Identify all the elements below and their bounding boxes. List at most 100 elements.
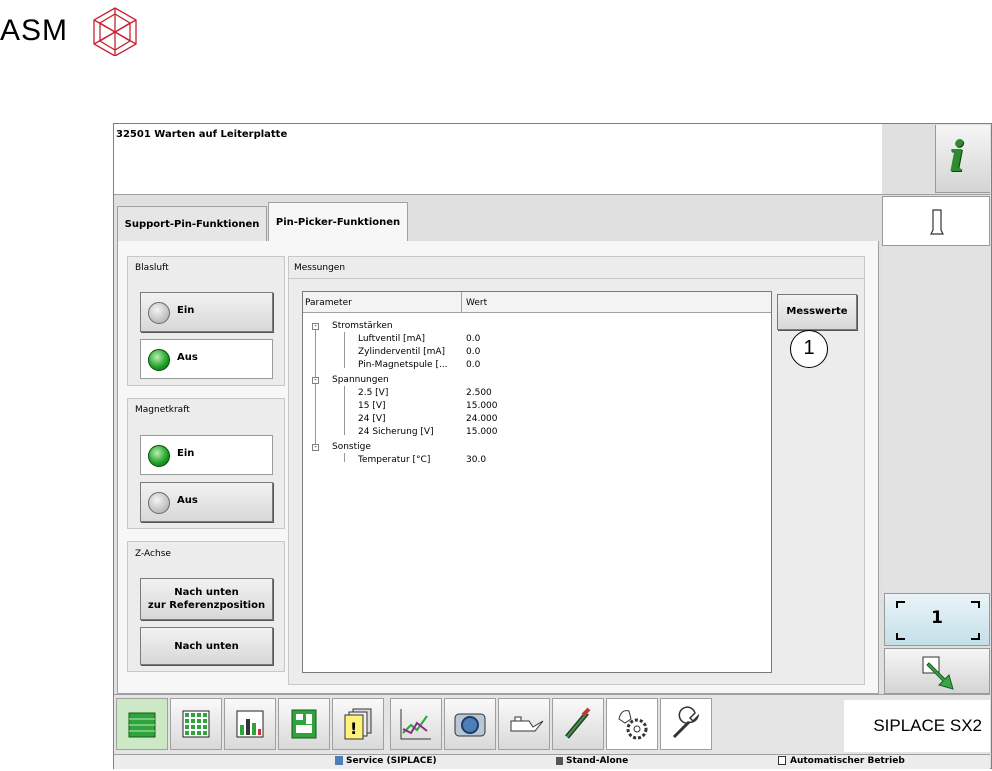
machine-brand: SIPLACE SX2 [844, 700, 990, 752]
magnetkraft-ein-button[interactable]: Ein [140, 435, 273, 475]
tree-line [344, 332, 345, 368]
asm-logo-text: ASM [0, 14, 69, 47]
nach-unten-referenz-button[interactable]: Nach unten zur Referenzposition [140, 578, 273, 620]
counter-display[interactable]: 1 [884, 593, 990, 646]
column-header-wert[interactable]: Wert [466, 298, 487, 308]
led-on-icon [148, 445, 170, 467]
table-row-value: 15.000 [466, 401, 498, 411]
right-panel [882, 246, 990, 591]
tree-line [344, 386, 345, 435]
oil-can-button[interactable] [498, 698, 550, 750]
nozzle-button[interactable] [552, 698, 604, 750]
nozzle-icon [565, 707, 591, 739]
expander-icon[interactable]: - [312, 444, 319, 451]
statistics-button[interactable] [224, 698, 276, 750]
messages-button[interactable]: ! [332, 698, 384, 750]
auto-mode-icon [778, 756, 786, 765]
table-row-value: 2.500 [466, 388, 492, 398]
group-title: Z-Achse [135, 549, 171, 559]
button-label: Nach unten [174, 641, 239, 652]
status-mode: Stand-Alone [566, 756, 629, 766]
button-label-line2: zur Referenzposition [147, 600, 266, 611]
table-row-param: 15 [V] [358, 401, 386, 411]
column-header-parameter[interactable]: Parameter [305, 298, 352, 308]
feeder-icon [128, 712, 156, 738]
table-row-value: 0.0 [466, 360, 481, 370]
group-title: Messungen [294, 263, 346, 273]
arrow-exit-icon [922, 656, 954, 690]
grid-icon [182, 710, 210, 738]
tree-group[interactable]: Sonstige [332, 442, 371, 452]
board-button[interactable] [278, 698, 330, 750]
table-row-value: 15.000 [466, 427, 498, 437]
tab-pin-picker[interactable]: Pin-Picker-Funktionen [268, 202, 408, 242]
blasluft-ein-button[interactable]: Ein [140, 292, 273, 332]
table-row-param: 24 Sicherung [V] [358, 427, 434, 437]
expander-icon[interactable]: - [312, 323, 319, 330]
table-row-param: 24 [V] [358, 414, 386, 424]
led-on-icon [148, 349, 170, 371]
board-icon [291, 709, 317, 739]
table-row-param: Pin-Magnetspule [... [358, 360, 448, 370]
pin-icon [930, 209, 944, 235]
camera-icon [454, 713, 486, 737]
button-label: Aus [177, 495, 198, 506]
status-message: 32501 Warten auf Leiterplatte [116, 129, 288, 140]
blasluft-aus-button[interactable]: Aus [140, 339, 273, 379]
alert-icon: ! [344, 708, 372, 740]
status-operation: Automatischer Betrieb [790, 756, 905, 766]
asm-logo-icon [93, 7, 137, 56]
standalone-icon [556, 757, 563, 765]
table-row-param: Luftventil [mA] [358, 334, 426, 344]
feeder-button[interactable] [116, 698, 168, 750]
magnetkraft-aus-button[interactable]: Aus [140, 482, 273, 522]
table-row-param: Temperatur [°C] [358, 455, 431, 465]
tools-button[interactable] [660, 698, 712, 750]
column-divider [461, 292, 462, 312]
button-label: Messwerte [786, 306, 848, 317]
status-user: Service (SIPLACE) [346, 756, 437, 766]
divider [289, 278, 864, 279]
group-title: Magnetkraft [135, 405, 190, 415]
oil-can-icon [510, 716, 544, 732]
station-button[interactable] [882, 196, 990, 246]
table-row-value: 30.0 [466, 455, 487, 465]
group-title: Blasluft [135, 263, 169, 273]
tree-group[interactable]: Spannungen [332, 375, 389, 385]
service-button[interactable] [606, 698, 658, 750]
table-row-param: 2.5 [V] [358, 388, 389, 398]
tree-group[interactable]: Stromstärken [332, 321, 393, 331]
button-label: Ein [177, 448, 195, 459]
table-header [303, 292, 771, 313]
table-row-value: 0.0 [466, 347, 481, 357]
counter-value: 1 [931, 608, 943, 628]
table-row-value: 24.000 [466, 414, 498, 424]
led-off-icon [148, 302, 170, 324]
tree-line [315, 328, 316, 448]
table-row-param: Zylinderventil [mA] [358, 347, 446, 357]
tab-support-pin[interactable]: Support-Pin-Funktionen [117, 206, 267, 242]
wrench-icon [672, 706, 700, 739]
service-gear-icon [618, 710, 648, 740]
info-button[interactable]: i [935, 125, 990, 193]
messwerte-button[interactable]: Messwerte [777, 294, 857, 330]
separator [114, 194, 990, 195]
user-icon [335, 756, 343, 765]
grid-button[interactable] [170, 698, 222, 750]
nach-unten-button[interactable]: Nach unten [140, 627, 273, 665]
table-row-value: 0.0 [466, 334, 481, 344]
line-chart-icon [400, 709, 431, 740]
svg-text:!: ! [350, 719, 357, 738]
button-label: Aus [177, 352, 198, 363]
button-label-line1: Nach unten [174, 587, 239, 598]
info-icon: i [949, 132, 965, 181]
expander-icon[interactable]: - [312, 377, 319, 384]
exit-arrow-button[interactable] [884, 648, 990, 694]
button-label: Ein [177, 305, 195, 316]
tree-line [344, 453, 345, 462]
trend-button[interactable] [390, 698, 442, 750]
camera-button[interactable] [444, 698, 496, 750]
callout-marker: 1 [790, 330, 828, 368]
led-off-icon [148, 492, 170, 514]
bar-chart-icon [236, 710, 264, 738]
